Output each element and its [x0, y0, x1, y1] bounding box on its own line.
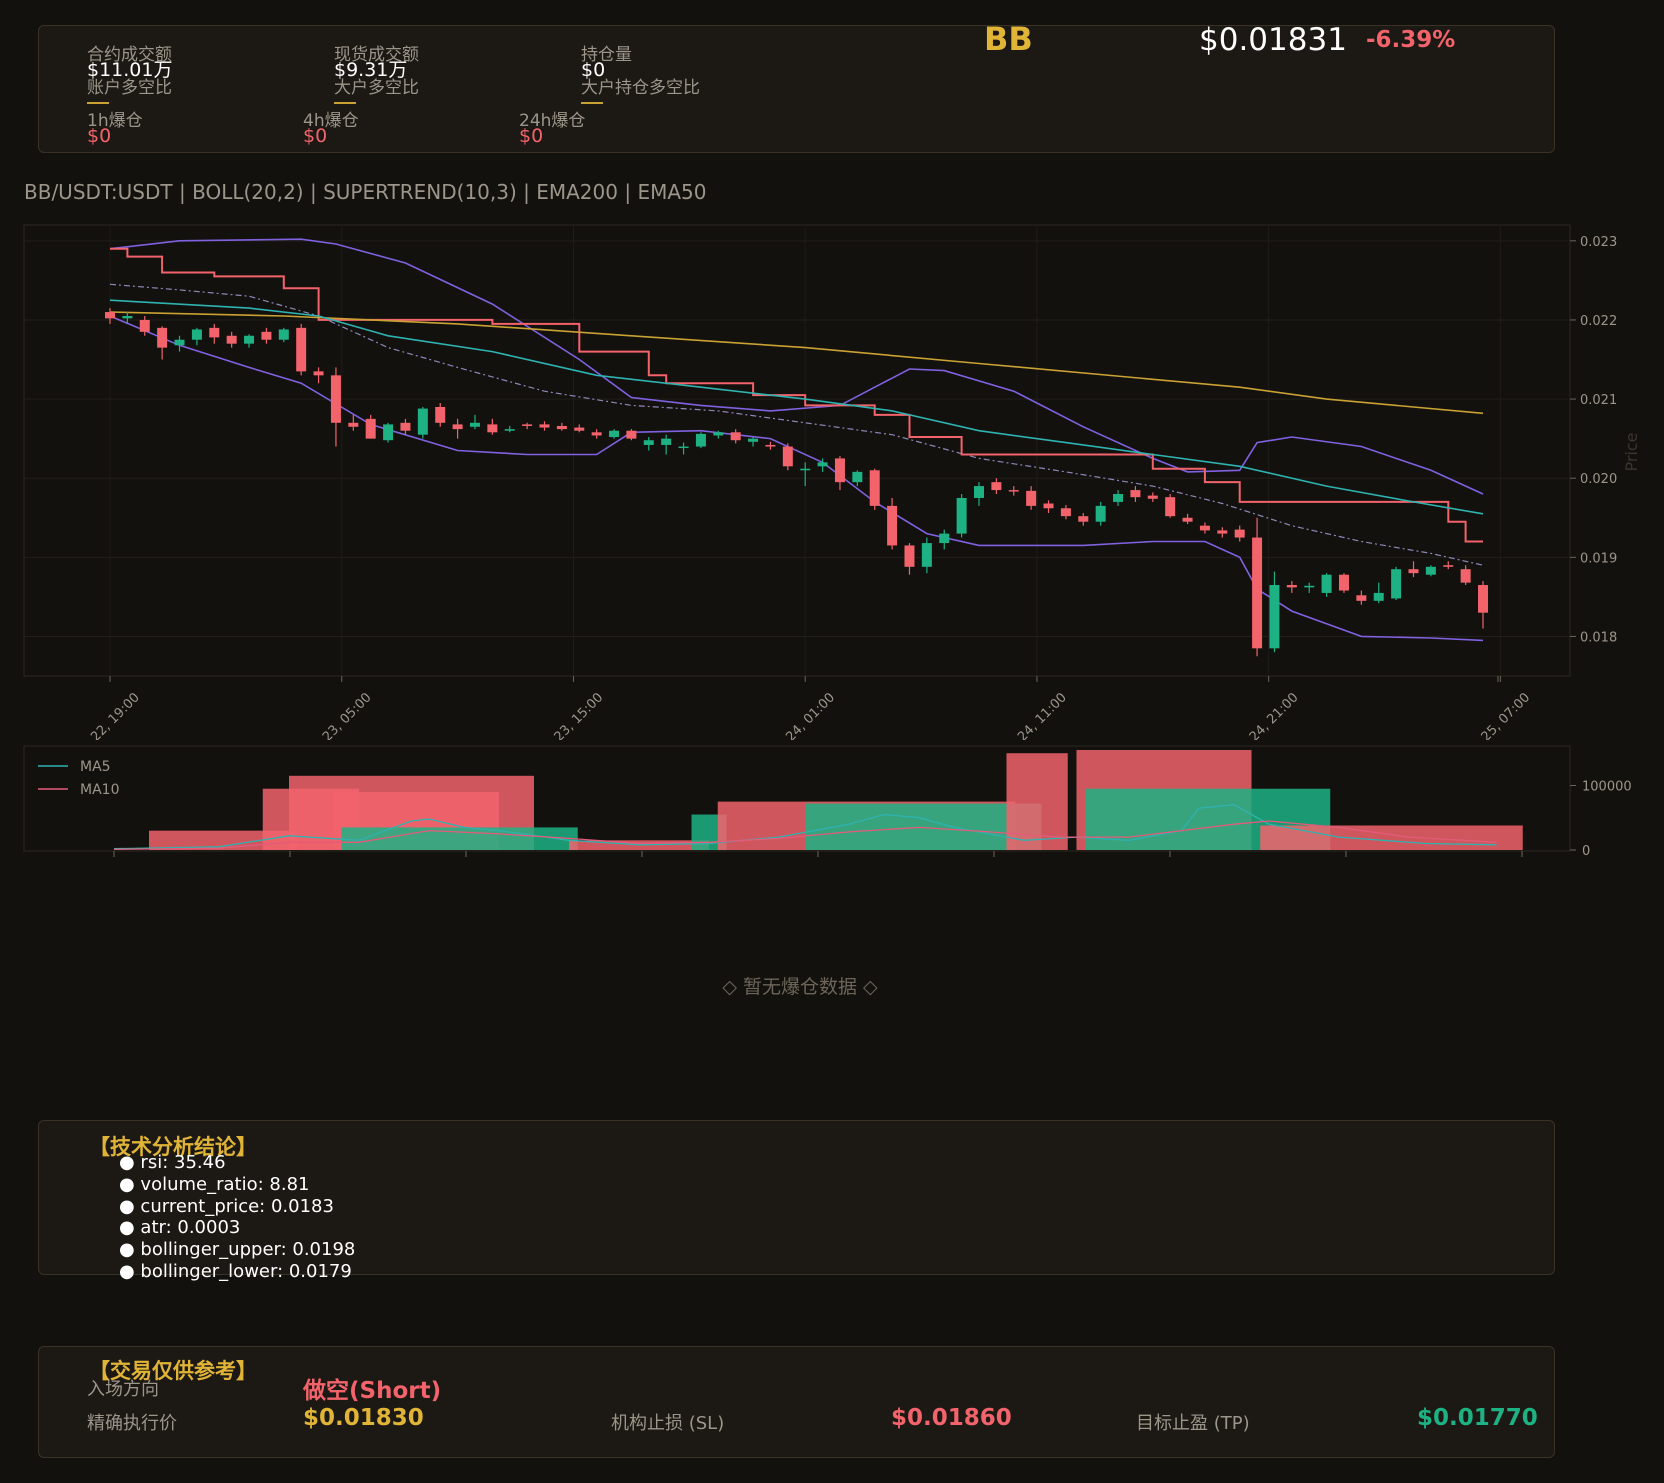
- current-price: $0.01831: [1199, 22, 1347, 58]
- ma5-legend-label: MA5: [80, 759, 111, 775]
- analysis-item: ● current_price: 0.0183: [119, 1196, 334, 1217]
- direction-value: 做空(Short): [303, 1378, 442, 1404]
- liquidation-empty-state: ◇ 暂无爆仓数据 ◇: [722, 976, 878, 998]
- candle: [296, 323, 307, 376]
- candle: [956, 494, 967, 538]
- spot-volume-value: $9.31万: [334, 59, 408, 81]
- candle: [1425, 565, 1436, 577]
- candle: [695, 432, 706, 449]
- time-tick-label: Jun 24, 01:00: [765, 690, 838, 740]
- candle: [869, 468, 880, 510]
- price-chart: 0.023 0.022 0.021 0.020 0.019 0.018 Jun 22, 1…: [23, 224, 1641, 740]
- analysis-panel: 【技术分析结论】 ● rsi: 35.46 ● volume_ratio: 8.…: [38, 1120, 1555, 1282]
- liq-24h-value: $0: [519, 125, 544, 147]
- take-profit-value: $0.01770: [1417, 1405, 1538, 1431]
- price-tick-label: 0.021: [1580, 393, 1617, 408]
- volume-chart: 0 100000 MA5 MA10: [23, 745, 1632, 859]
- volume-tick-label: 0: [1582, 844, 1590, 859]
- account-ratio-underline: [87, 102, 109, 104]
- stop-loss-value: $0.01860: [891, 1405, 1012, 1431]
- candle: [1391, 566, 1402, 601]
- time-tick-label: Jun 24, 21:00: [1229, 690, 1302, 740]
- trade-panel: 【交易仅供参考】 入场方向 做空(Short) 精确执行价 $0.01830 机…: [38, 1346, 1555, 1458]
- candle: [626, 429, 637, 441]
- volume-bar: [1260, 825, 1523, 850]
- price-tick-label: 0.020: [1580, 472, 1617, 487]
- time-tick-label: Jun 23, 15:00: [534, 690, 607, 740]
- candle: [383, 422, 394, 443]
- volume-bar: [805, 803, 1042, 850]
- time-tick-label: Jun 24, 11:00: [997, 690, 1070, 740]
- big-account-ratio-underline: [334, 102, 356, 104]
- direction-label: 入场方向: [87, 1379, 159, 1400]
- analysis-item: ● bollinger_upper: 0.0198: [119, 1239, 356, 1260]
- big-position-ratio-label: 大户持仓多空比: [581, 78, 700, 98]
- price-tick-label: 0.022: [1580, 314, 1617, 329]
- candle: [417, 406, 428, 439]
- analysis-item: ● atr: 0.0003: [119, 1217, 241, 1238]
- stop-loss-label: 机构止损 (SL): [611, 1413, 725, 1434]
- time-tick-label: Jun 22, 19:00: [70, 690, 143, 740]
- entry-value: $0.01830: [303, 1405, 424, 1431]
- big-account-ratio-label: 大户多空比: [334, 78, 419, 98]
- price-axis-label: Price: [1622, 432, 1641, 471]
- analysis-item: ● bollinger_lower: 0.0179: [119, 1261, 352, 1282]
- volume-tick-label: 100000: [1582, 779, 1632, 794]
- price-change: -6.39%: [1366, 27, 1456, 53]
- price-tick-label: 0.023: [1580, 235, 1617, 250]
- time-tick-label: Jun 25, 07:00: [1461, 690, 1534, 740]
- liq-1h-value: $0: [87, 125, 112, 147]
- candle: [1252, 517, 1263, 657]
- liq-4h-value: $0: [303, 125, 328, 147]
- price-tick-label: 0.018: [1580, 630, 1617, 645]
- take-profit-label: 目标止盈 (TP): [1136, 1413, 1250, 1434]
- time-tick-label: Jun 23, 05:00: [302, 690, 375, 740]
- symbol-title: BB: [984, 20, 1033, 58]
- entry-label: 精确执行价: [87, 1413, 177, 1434]
- account-ratio-label: 账户多空比: [87, 78, 172, 98]
- open-interest-value: $0: [581, 59, 606, 81]
- candle: [782, 443, 793, 471]
- chart-title: BB/USDT:USDT | BOLL(20,2) | SUPERTREND(1…: [24, 180, 707, 204]
- candle: [1338, 573, 1349, 593]
- ma10-legend-label: MA10: [80, 782, 119, 798]
- contract-volume-value: $11.01万: [87, 59, 173, 81]
- analysis-item: ● volume_ratio: 8.81: [119, 1174, 310, 1195]
- analysis-item: ● rsi: 35.46: [119, 1152, 226, 1173]
- price-tick-label: 0.019: [1580, 551, 1617, 566]
- candle: [1165, 494, 1176, 518]
- big-position-ratio-underline: [581, 102, 603, 104]
